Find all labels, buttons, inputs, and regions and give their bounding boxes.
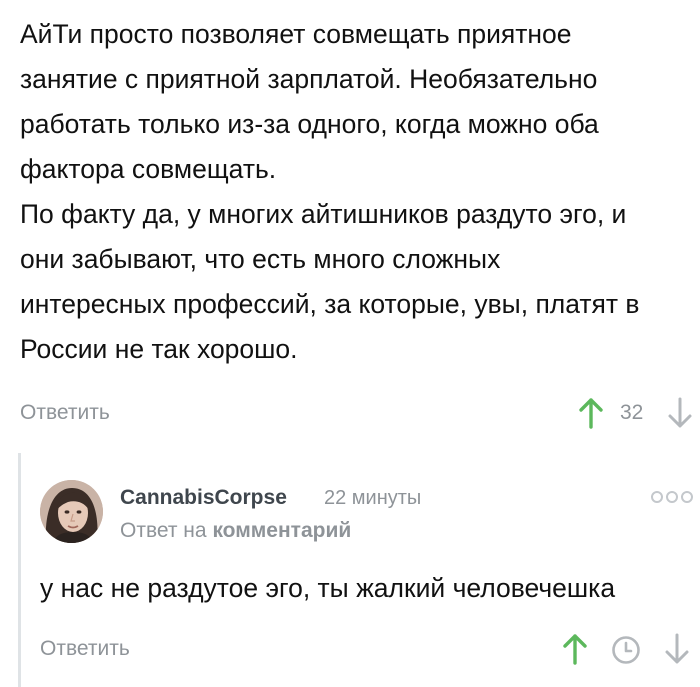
parent-comment-line: фактора совмещать. [20, 154, 277, 184]
downvote-arrow-icon[interactable] [667, 397, 693, 429]
clock-icon[interactable] [611, 635, 641, 665]
reply-comment-text: у нас не раздутое эго, ты жалкий человеч… [40, 573, 616, 603]
comment-author[interactable]: CannabisCorpse [120, 486, 287, 510]
comment-time: 22 минуты [324, 487, 422, 509]
parent-comment-line: России не так хорошо. [20, 334, 298, 364]
comment-rating: 32 [620, 401, 644, 424]
parent-comment-line: занятие с приятной зарплатой. Необязател… [20, 64, 598, 94]
parent-comment-line: они забывают, что есть много сложных [20, 244, 501, 274]
reply-to-target[interactable]: комментарий [212, 519, 351, 542]
reply-to-link[interactable]: Ответ на комментарий [120, 519, 351, 543]
parent-comment-line: работать только из-за одного, когда можн… [20, 109, 599, 139]
avatar-image [40, 480, 103, 543]
reply-button[interactable]: Ответить [40, 637, 130, 661]
reply-to-prefix: Ответ на [120, 519, 207, 542]
avatar[interactable] [40, 480, 103, 543]
parent-comment-line: По факту да, у многих айтишников раздуто… [20, 199, 627, 229]
parent-comment-actions: Ответить 32 [0, 395, 700, 435]
upvote-arrow-icon[interactable] [578, 397, 604, 429]
reply-comment-actions: Ответить [0, 630, 700, 670]
reply-button[interactable]: Ответить [20, 401, 110, 425]
upvote-arrow-icon[interactable] [562, 633, 588, 665]
more-dots-icon[interactable] [650, 490, 694, 504]
parent-comment-line: интересных профессий, за которые, увы, п… [20, 289, 640, 319]
downvote-arrow-icon[interactable] [664, 633, 690, 665]
parent-comment-line: АйТи просто позволяет совмещать приятное [20, 19, 572, 49]
